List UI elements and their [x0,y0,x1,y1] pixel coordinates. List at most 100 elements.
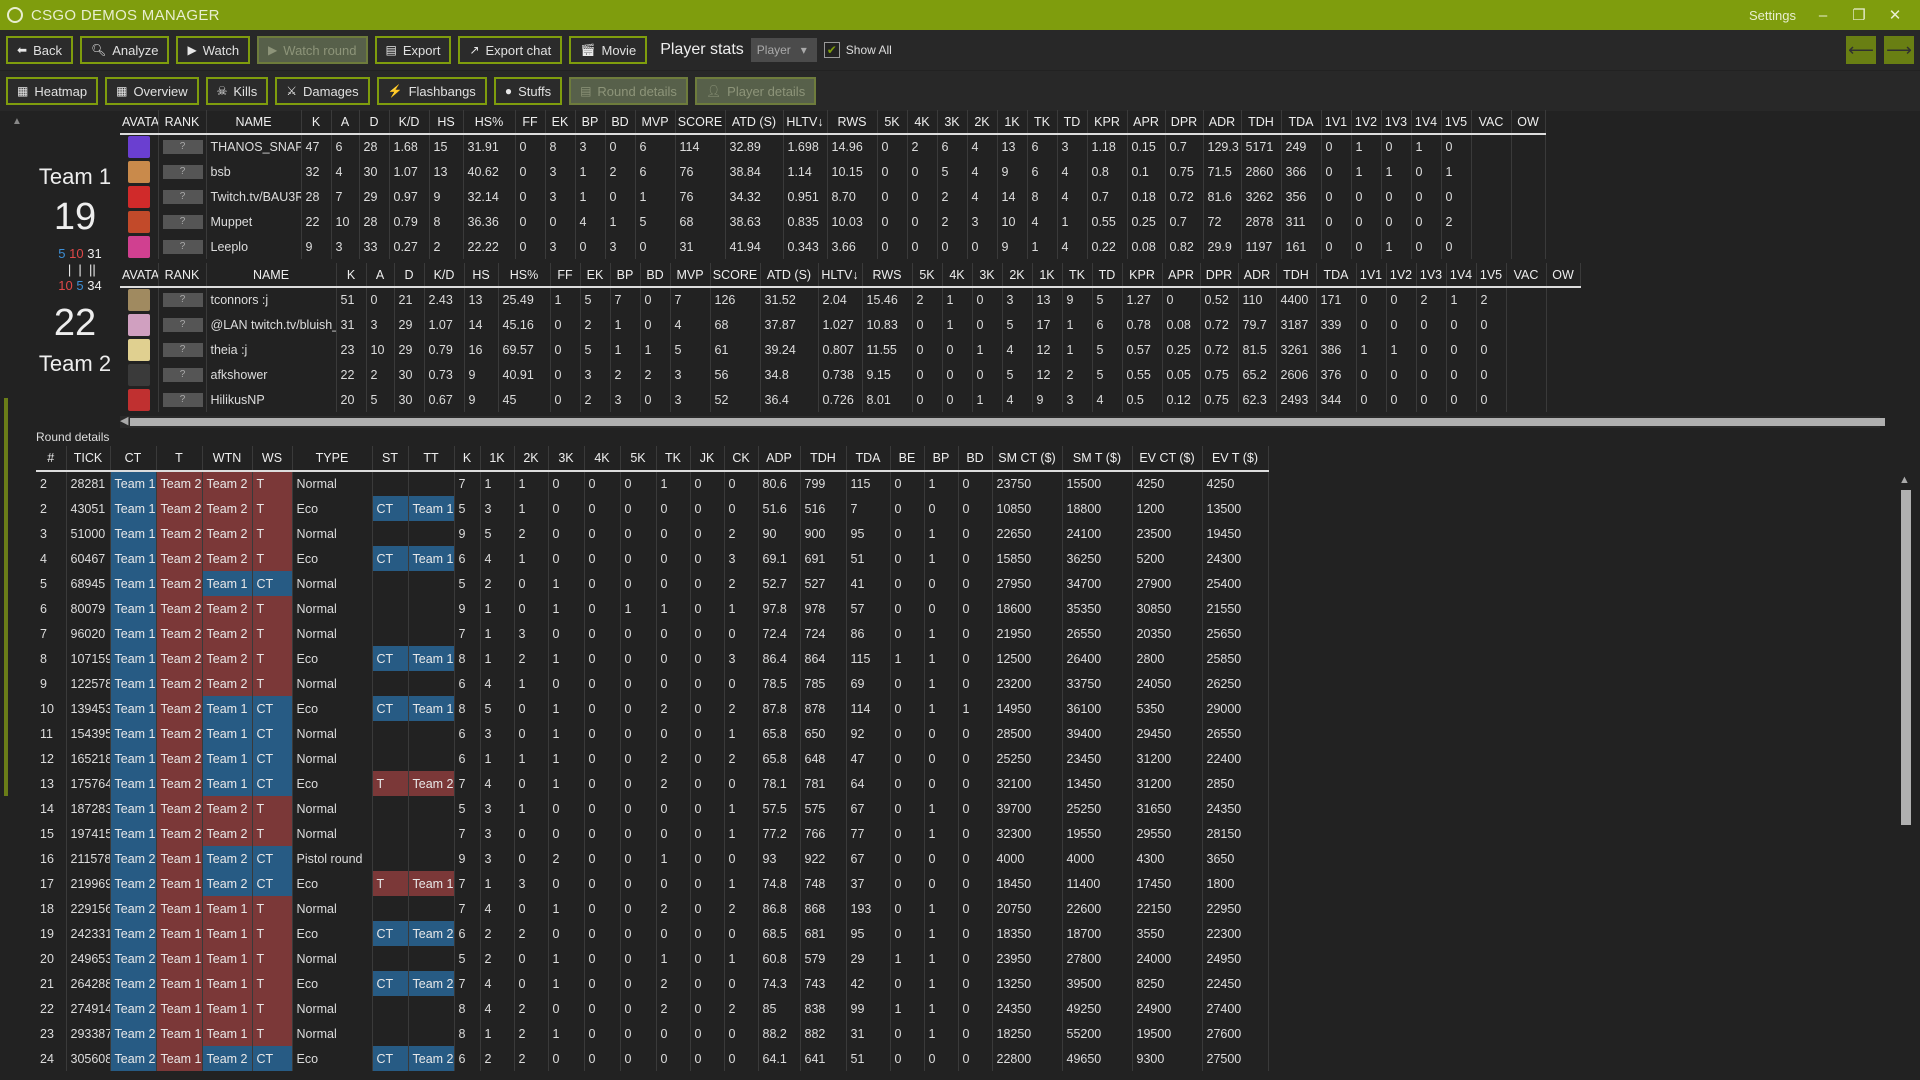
column-header[interactable]: RANK [158,110,207,135]
player-row[interactable]: ? HilikusNP 20 5 30 0.67 9 45 0 2 3 0 3 52 36.4 0.726 8.… [120,387,1580,412]
column-header[interactable]: 1V4 [1411,110,1442,135]
column-header[interactable]: ADR [1238,263,1277,288]
restore-icon[interactable]: ❐ [1850,6,1868,24]
column-header[interactable]: TDH [1276,263,1317,288]
column-header[interactable]: 5K [912,263,943,288]
column-header[interactable]: CK [724,446,759,472]
column-header[interactable]: TICK [66,446,111,472]
column-header[interactable]: 4K [907,110,938,135]
column-header[interactable]: WTN [202,446,253,472]
column-header[interactable]: 2K [1002,263,1033,288]
column-header[interactable]: 2K [967,110,998,135]
analyze-button[interactable]: 🔍︎ Analyze [79,36,170,64]
column-header[interactable]: K [336,263,367,288]
column-header[interactable]: 3K [548,446,585,472]
round-row[interactable]: 10 139453 Team 1 Team 2 Team 1 CT Eco CT Team 18… [36,696,1269,721]
column-header[interactable]: HS% [463,110,516,135]
scroll-left-icon[interactable]: ◀ [120,414,128,427]
watch-button[interactable]: ▶ Watch [176,36,251,64]
round-row[interactable]: 20 249653 Team 2 Team 1 Team 1 T Normal 5 2 0 1 0 0 1… [36,946,1269,971]
round-row[interactable]: 6 80079 Team 1 Team 2 Team 2 T Normal 9 1 0 1 0 1 1 0 1… [36,596,1269,621]
player-select[interactable]: Player ▾ [750,38,817,62]
column-header[interactable]: 1V5 [1476,263,1507,288]
column-header[interactable]: BE [890,446,925,472]
column-header[interactable]: BD [640,263,671,288]
column-header[interactable]: VAC [1506,263,1547,288]
round-row[interactable]: 23 293387 Team 2 Team 1 Team 1 T Normal 8 1 2 1 0 0 0… [36,1021,1269,1046]
round-row[interactable]: 22 274914 Team 2 Team 1 Team 1 T Normal 8 4 2 0 0 0 2… [36,996,1269,1021]
column-header[interactable]: EV T ($) [1202,446,1269,472]
column-header[interactable]: 1V2 [1351,110,1382,135]
damages-button[interactable]: ⚔ Damages [275,77,370,105]
column-header[interactable]: JK [690,446,725,472]
column-header[interactable]: BD [605,110,636,135]
column-header[interactable]: DPR [1200,263,1239,288]
column-header[interactable]: 1V3 [1416,263,1447,288]
rounds-vertical-scrollbar[interactable]: ▲ [1897,474,1913,1076]
column-header[interactable]: KPR [1087,110,1128,135]
column-header[interactable]: T [156,446,203,472]
column-header[interactable]: A [366,263,395,288]
column-header[interactable]: APR [1162,263,1201,288]
player-row[interactable]: ? afkshower 22 2 30 0.73 9 40.91 0 3 2 2 3 56 34.8 0.73… [120,362,1580,387]
column-header[interactable]: HLTV↓ [818,263,863,288]
movie-button[interactable]: 🎬︎ Movie [569,36,648,64]
column-header[interactable]: ADP [758,446,801,472]
column-header[interactable]: FF [550,263,581,288]
column-header[interactable]: TK [656,446,691,472]
column-header[interactable]: CT [110,446,157,472]
column-header[interactable]: ST [372,446,409,472]
column-header[interactable]: WS [252,446,293,472]
column-header[interactable]: KPR [1122,263,1163,288]
column-header[interactable]: 1V1 [1356,263,1387,288]
player-row[interactable]: ?THANOS_SNAP666476281.681531.91083061143… [120,134,1546,159]
column-header[interactable]: BD [958,446,993,472]
column-header[interactable]: TDA [1316,263,1357,288]
column-header[interactable]: SM T ($) [1062,446,1133,472]
round-row[interactable]: 2 28281 Team 1 Team 2 Team 2 T Normal 7 1 1 0 0 0 1 0 0… [36,471,1269,496]
overview-button[interactable]: ▦ Overview [105,77,199,105]
column-header[interactable]: TK [1027,110,1058,135]
column-header[interactable]: BP [575,110,606,135]
column-header[interactable]: HS [464,263,499,288]
column-header[interactable]: ADR [1203,110,1242,135]
column-header[interactable]: AVATAR [120,110,159,135]
round-row[interactable]: 15 197415 Team 1 Team 2 Team 2 T Normal 7 3 0 0 0 0 0… [36,821,1269,846]
player-row[interactable]: ? bsb 32 4 30 1.07 13 40.62 0 3 1 2 6 76 38.84 1.14 10.1… [120,159,1546,184]
column-header[interactable]: K [301,110,332,135]
column-header[interactable]: OW [1546,263,1581,288]
show-all-checkbox[interactable]: ✔ [823,42,840,58]
column-header[interactable]: TD [1092,263,1123,288]
column-header[interactable]: EK [545,110,576,135]
column-header[interactable]: RANK [158,263,207,288]
column-header[interactable]: SM CT ($) [992,446,1063,472]
column-header[interactable]: D [394,263,425,288]
column-header[interactable]: EV CT ($) [1132,446,1203,472]
column-header[interactable]: 2K [514,446,549,472]
column-header[interactable]: TT [408,446,455,472]
scrollbar-thumb[interactable] [1901,490,1911,825]
column-header[interactable]: EK [580,263,611,288]
column-header[interactable]: 1V4 [1446,263,1477,288]
column-header[interactable]: 3K [972,263,1003,288]
round-row[interactable]: 14 187283 Team 1 Team 2 Team 2 T Normal 5 3 1 0 0 0 0… [36,796,1269,821]
round-row[interactable]: 19 242331 Team 2 Team 1 Team 1 T Eco CT Team 262… [36,921,1269,946]
player-row[interactable]: ?@LAN twitch.tv/bluish_azul313291.071445… [120,312,1580,337]
column-header[interactable]: HS% [498,263,551,288]
column-header[interactable]: D [359,110,390,135]
column-header[interactable]: A [331,110,360,135]
settings-button[interactable]: Settings [1749,8,1796,23]
column-header[interactable]: 5K [620,446,657,472]
column-header[interactable]: AVATAR [120,263,159,288]
column-header[interactable]: ATD (S) [725,110,784,135]
round-row[interactable]: 17 219969 Team 2 Team 1 Team 2 CT Eco T Team 171… [36,871,1269,896]
column-header[interactable]: RWS [827,110,878,135]
column-header[interactable]: 1K [997,110,1028,135]
column-header[interactable]: VAC [1471,110,1512,135]
column-header[interactable]: TDA [1281,110,1322,135]
column-header[interactable]: HS [429,110,464,135]
column-header[interactable]: 4K [584,446,621,472]
column-header[interactable]: SCORE [710,263,761,288]
round-row[interactable]: 24 305608 Team 2 Team 1 Team 2 CT Eco CT Team 26… [36,1046,1269,1071]
round-row[interactable]: 21 264288 Team 2 Team 1 Team 1 T Eco CT Team 274… [36,971,1269,996]
